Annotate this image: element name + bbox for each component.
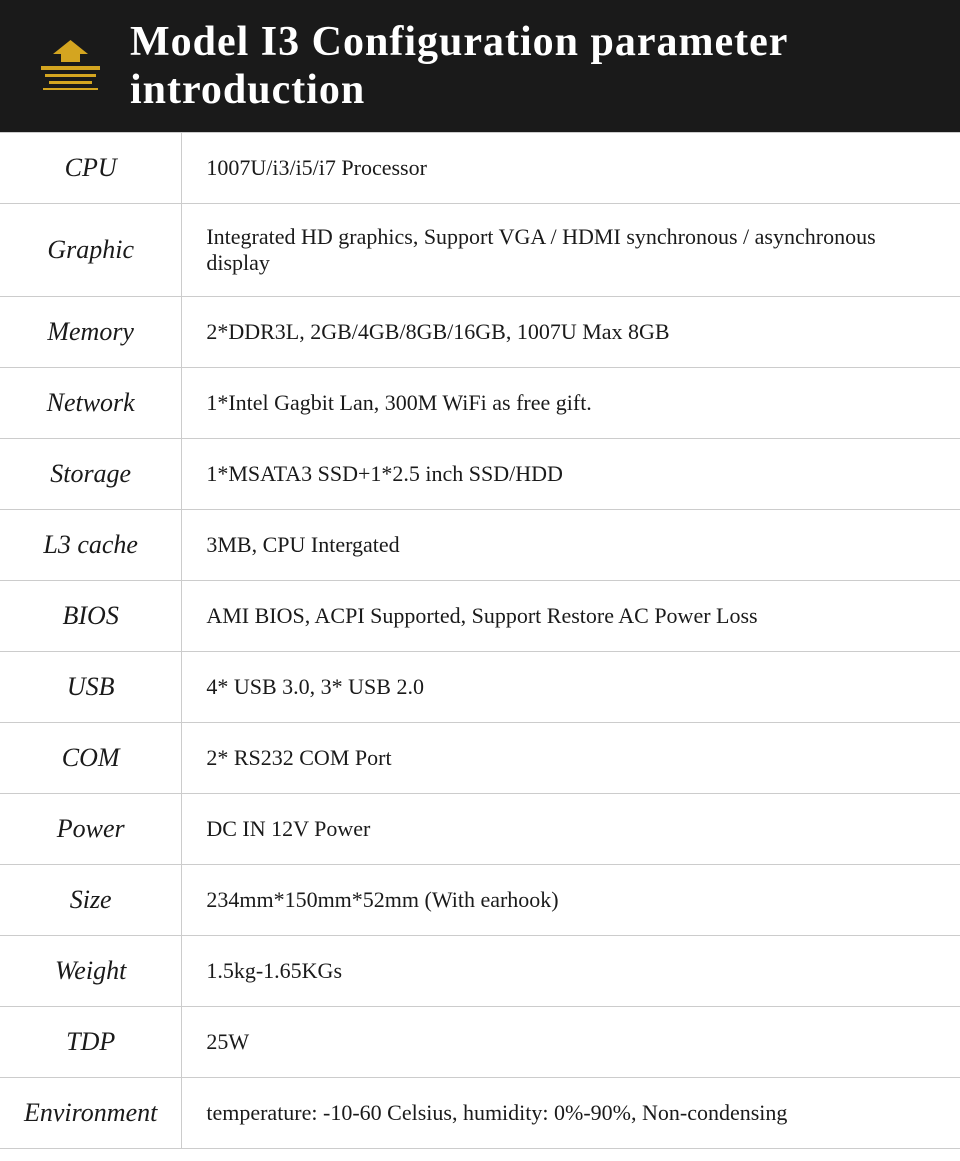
table-row: L3 cache3MB, CPU Intergated [0, 510, 960, 581]
spec-value: 4* USB 3.0, 3* USB 2.0 [182, 652, 960, 723]
logo [30, 34, 110, 99]
table-row: Size234mm*150mm*52mm (With earhook) [0, 865, 960, 936]
spec-value: 25W [182, 1007, 960, 1078]
table-row: BIOSAMI BIOS, ACPI Supported, Support Re… [0, 581, 960, 652]
spec-label: COM [0, 723, 182, 794]
table-row: COM2* RS232 COM Port [0, 723, 960, 794]
spec-value: AMI BIOS, ACPI Supported, Support Restor… [182, 581, 960, 652]
table-row: CPU1007U/i3/i5/i7 Processor [0, 133, 960, 204]
spec-label: Storage [0, 439, 182, 510]
table-row: PowerDC IN 12V Power [0, 794, 960, 865]
spec-label: Graphic [0, 204, 182, 297]
spec-label: Network [0, 368, 182, 439]
spec-label: Power [0, 794, 182, 865]
spec-label: L3 cache [0, 510, 182, 581]
table-row: Network1*Intel Gagbit Lan, 300M WiFi as … [0, 368, 960, 439]
spec-value: 2* RS232 COM Port [182, 723, 960, 794]
spec-value: Integrated HD graphics, Support VGA / HD… [182, 204, 960, 297]
table-row: TDP25W [0, 1007, 960, 1078]
table-row: Memory2*DDR3L, 2GB/4GB/8GB/16GB, 1007U M… [0, 297, 960, 368]
table-row: Storage1*MSATA3 SSD+1*2.5 inch SSD/HDD [0, 439, 960, 510]
spec-value: 234mm*150mm*52mm (With earhook) [182, 865, 960, 936]
spec-value: 1.5kg-1.65KGs [182, 936, 960, 1007]
spec-label: Memory [0, 297, 182, 368]
table-row: Weight1.5kg-1.65KGs [0, 936, 960, 1007]
spec-value: 1007U/i3/i5/i7 Processor [182, 133, 960, 204]
spec-label: Weight [0, 936, 182, 1007]
spec-value: 1*Intel Gagbit Lan, 300M WiFi as free gi… [182, 368, 960, 439]
table-row: GraphicIntegrated HD graphics, Support V… [0, 204, 960, 297]
spec-label: USB [0, 652, 182, 723]
spec-label: CPU [0, 133, 182, 204]
table-row: USB4* USB 3.0, 3* USB 2.0 [0, 652, 960, 723]
spec-value: 2*DDR3L, 2GB/4GB/8GB/16GB, 1007U Max 8GB [182, 297, 960, 368]
page-header: Model I3 Configuration parameter introdu… [0, 0, 960, 132]
spec-value: DC IN 12V Power [182, 794, 960, 865]
spec-label: Environment [0, 1078, 182, 1149]
spec-label: TDP [0, 1007, 182, 1078]
table-row: Environmenttemperature: -10-60 Celsius, … [0, 1078, 960, 1149]
spec-label: BIOS [0, 581, 182, 652]
spec-value: 1*MSATA3 SSD+1*2.5 inch SSD/HDD [182, 439, 960, 510]
spec-value: 3MB, CPU Intergated [182, 510, 960, 581]
spec-table: CPU1007U/i3/i5/i7 ProcessorGraphicIntegr… [0, 132, 960, 1149]
spec-label: Size [0, 865, 182, 936]
spec-value: temperature: -10-60 Celsius, humidity: 0… [182, 1078, 960, 1149]
page-title: Model I3 Configuration parameter introdu… [130, 18, 930, 114]
